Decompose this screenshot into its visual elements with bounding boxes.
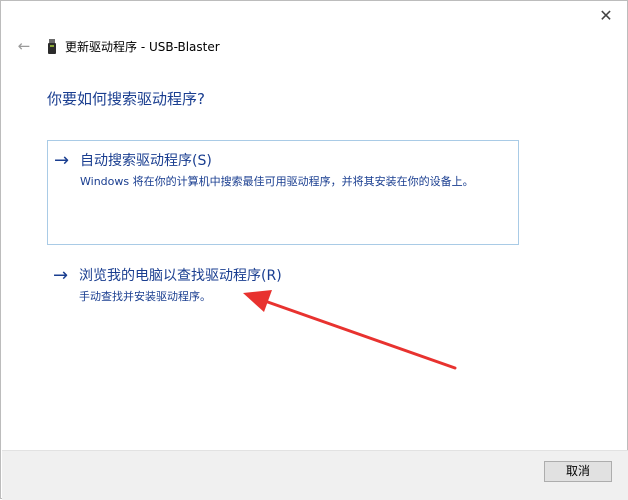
red-annotation-arrow [243,290,457,370]
